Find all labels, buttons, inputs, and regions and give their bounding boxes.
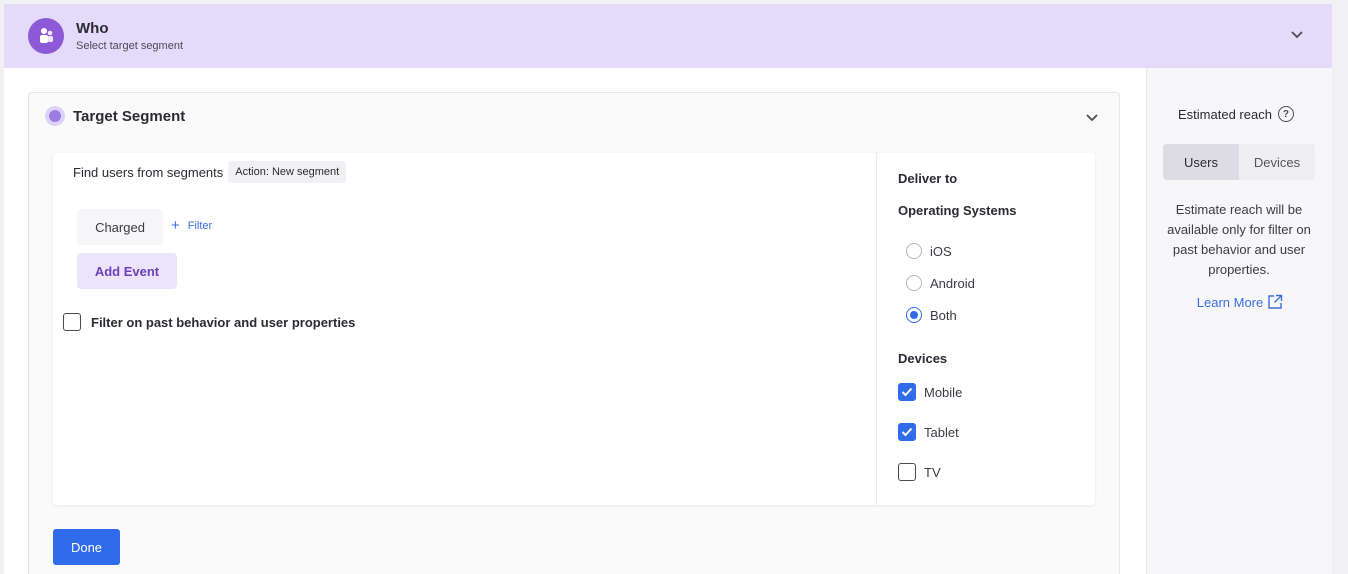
check-icon [901, 387, 913, 397]
past-behavior-label: Filter on past behavior and user propert… [91, 314, 356, 330]
tab-users[interactable]: Users [1163, 144, 1239, 180]
done-button[interactable]: Done [53, 529, 120, 565]
os-option-ios[interactable]: iOS [906, 243, 952, 259]
target-segment-title: Target Segment [73, 107, 186, 125]
devices-title: Devices [898, 351, 948, 366]
device-option-label: Tablet [924, 424, 959, 440]
filter-link-label: Filter [187, 220, 213, 232]
who-section-header[interactable]: Who Select target segment [4, 4, 1332, 68]
who-subtitle: Select target segment [76, 40, 184, 52]
radio-button[interactable] [906, 275, 922, 291]
device-option-tv[interactable]: TV [898, 463, 941, 481]
deliver-to-pane: Deliver to Operating Systems iOS Android… [878, 153, 1095, 505]
reach-tabs: Users Devices [1163, 144, 1315, 180]
os-option-label: Android [930, 275, 975, 291]
find-users-label: Find users from segments [73, 164, 224, 180]
os-option-label: Both [930, 307, 957, 323]
target-segment-header[interactable]: Target Segment [29, 93, 1119, 139]
past-behavior-checkbox[interactable] [63, 313, 81, 331]
reach-note: Estimate reach will be available only fo… [1167, 202, 1311, 277]
device-option-mobile[interactable]: Mobile [898, 383, 962, 401]
checkbox[interactable] [898, 463, 916, 481]
estimated-reach-panel: Estimated reach ? Users Devices Estimate… [1146, 68, 1332, 574]
estimated-reach-title: Estimated reach ? [1178, 106, 1294, 122]
checkbox[interactable] [898, 383, 916, 401]
learn-more-label: Learn More [1196, 294, 1264, 310]
device-option-tablet[interactable]: Tablet [898, 423, 959, 441]
radio-button[interactable] [906, 307, 922, 323]
external-link-icon [1268, 294, 1283, 309]
users-icon [28, 18, 64, 54]
chevron-down-icon[interactable] [1290, 26, 1304, 44]
device-option-label: Mobile [924, 384, 963, 400]
event-chip[interactable]: Charged [77, 209, 163, 245]
deliver-to-title: Deliver to [898, 171, 958, 186]
device-option-label: TV [924, 464, 941, 480]
segment-dot-icon [45, 106, 65, 126]
help-icon[interactable]: ? [1277, 106, 1294, 122]
check-icon [901, 427, 913, 437]
segment-config-box: Find users from segments Action: New seg… [53, 153, 1095, 505]
checkbox[interactable] [898, 423, 916, 441]
campaign-frame: Who Select target segment Target Segment… [4, 4, 1332, 574]
add-filter-link[interactable]: + Filter [171, 217, 213, 234]
radio-button[interactable] [906, 243, 922, 259]
past-behavior-filter[interactable]: Filter on past behavior and user propert… [63, 313, 355, 331]
os-option-both[interactable]: Both [906, 307, 957, 323]
add-event-button[interactable]: Add Event [77, 253, 177, 289]
os-option-label: iOS [930, 243, 952, 259]
main-area: Target Segment Find users from segments … [4, 68, 1146, 574]
tab-devices[interactable]: Devices [1239, 144, 1315, 180]
target-segment-card: Target Segment Find users from segments … [28, 92, 1120, 574]
action-tag: Action: New segment [228, 161, 347, 183]
plus-icon: + [171, 217, 180, 234]
estimated-reach-label: Estimated reach [1178, 106, 1272, 122]
chevron-down-icon[interactable] [1085, 109, 1099, 127]
learn-more-link[interactable]: Learn More [1147, 294, 1333, 310]
os-option-android[interactable]: Android [906, 275, 975, 291]
segment-builder-pane: Find users from segments Action: New seg… [53, 153, 877, 505]
operating-systems-title: Operating Systems [898, 203, 1017, 218]
who-title: Who [76, 20, 109, 37]
